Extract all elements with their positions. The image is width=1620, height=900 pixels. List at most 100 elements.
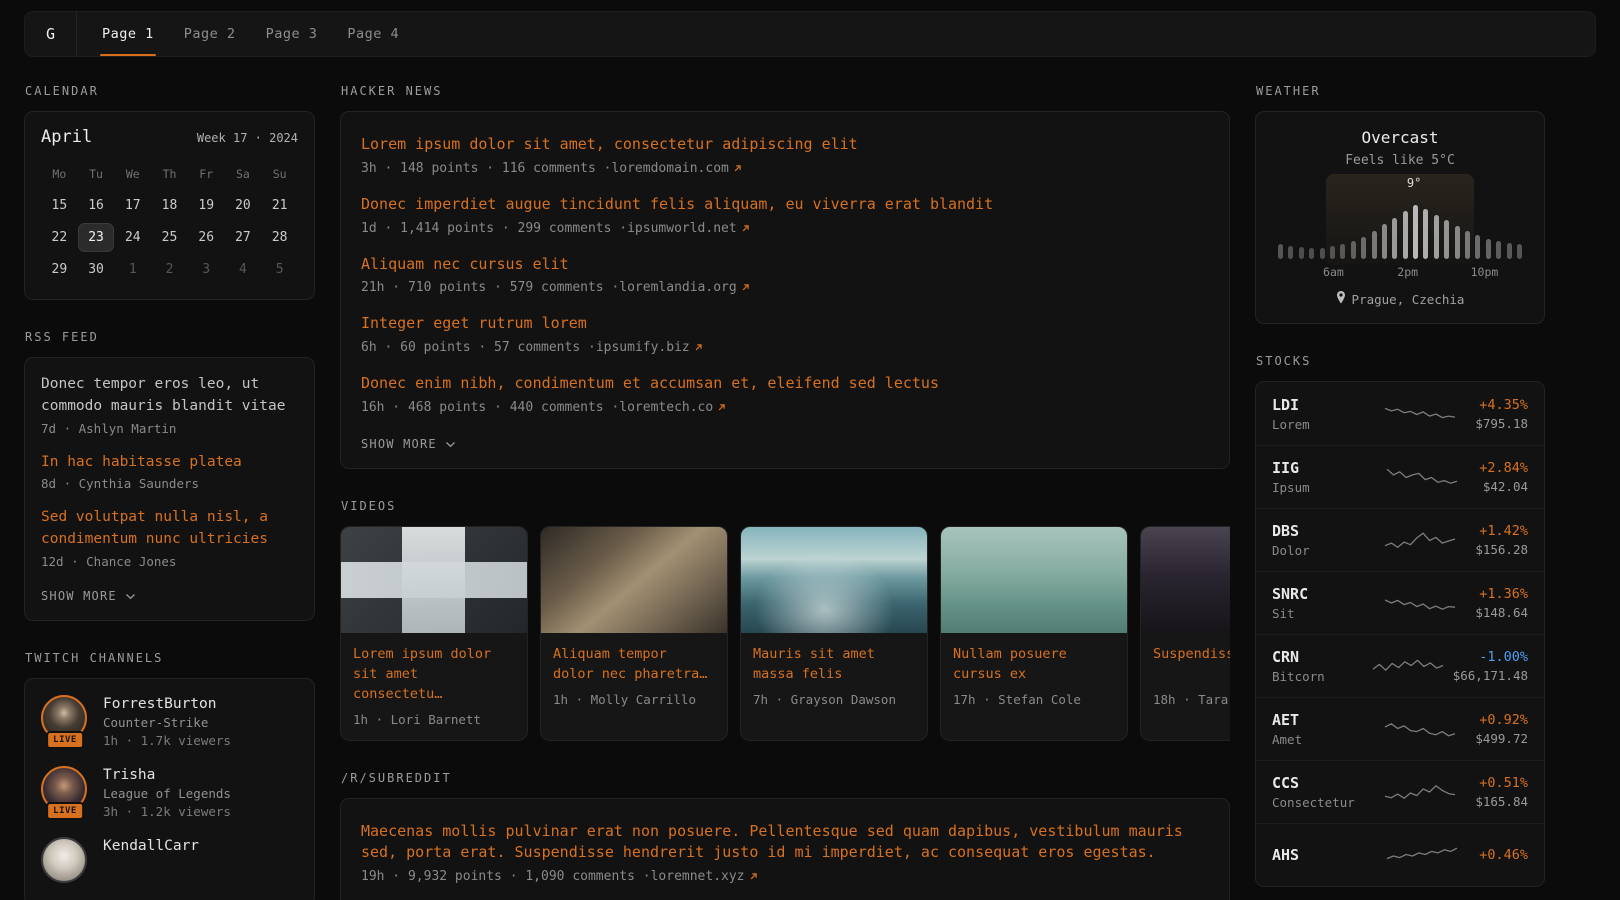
left-column: CALENDAR April Week 17 · 2024 MoTuWeThFr… xyxy=(24,84,315,900)
video-thumbnail xyxy=(941,527,1127,633)
channel-name: ForrestBurton xyxy=(103,696,231,712)
stocks-widget: STOCKS LDILorem+4.35%$795.18IIGIpsum+2.8… xyxy=(1255,354,1545,887)
weather-bar xyxy=(1455,226,1460,260)
weather-bar xyxy=(1475,235,1480,259)
app-logo: G xyxy=(25,12,77,56)
weather-bar xyxy=(1444,220,1449,259)
twitch-channel[interactable]: KendallCarr xyxy=(41,837,298,885)
calendar-day: 20 xyxy=(225,191,262,220)
stock-id: CRNBitcorn xyxy=(1272,648,1364,684)
weather-bar xyxy=(1340,244,1345,259)
channel-name: KendallCarr xyxy=(103,838,199,854)
video-card[interactable]: Suspendisse diam18h · Tara xyxy=(1140,526,1230,741)
dashboard: CALENDAR April Week 17 · 2024 MoTuWeThFr… xyxy=(0,84,1620,900)
rss-headline-link[interactable]: In hac habitasse platea xyxy=(41,452,298,474)
stock-id: CCS Consectetur xyxy=(1272,774,1364,810)
tab-page-2[interactable]: Page 2 xyxy=(169,12,251,56)
news-headline-link[interactable]: Donec imperdiet augue tincidunt felis al… xyxy=(361,194,1209,216)
video-card-body: Mauris sit amet massa felis7h · Grayson … xyxy=(741,633,927,720)
news-headline-link[interactable]: Donec enim nibh, condimentum et accumsan… xyxy=(361,373,1209,395)
widget-title-calendar: CALENDAR xyxy=(25,84,315,98)
rss-headline-link[interactable]: Sed volutpat nulla nisl, a condimentum n… xyxy=(41,507,298,551)
video-thumbnail xyxy=(541,527,727,633)
widget-title-twitch: TWITCH CHANNELS xyxy=(25,651,315,665)
hackernews-show-more-button[interactable]: SHOW MORE xyxy=(361,437,456,451)
video-meta: 7h · Grayson Dawson xyxy=(753,692,915,707)
weather-time-label: 2pm xyxy=(1397,265,1418,279)
stock-name: Consectetur xyxy=(1272,795,1364,810)
twitch-channel[interactable]: LIVEForrestBurtonCounter-Strike1h · 1.7k… xyxy=(41,695,298,748)
news-source-link[interactable]: loremlandia.org xyxy=(619,280,736,295)
video-meta: 1h · Molly Carrillo xyxy=(553,692,715,707)
weather-bar xyxy=(1486,239,1491,259)
subreddit-widget: /R/SUBREDDIT Maecenas mollis pulvinar er… xyxy=(340,771,1230,900)
external-link-icon xyxy=(694,343,703,352)
weather-times: 6am2pm10pm xyxy=(1272,265,1528,281)
video-card-body: Nullam posuere cursus ex17h · Stefan Col… xyxy=(941,633,1127,720)
news-source-link[interactable]: ipsumify.biz xyxy=(596,340,690,355)
tab-label: Page 3 xyxy=(266,26,318,42)
calendar-dow-label: Tu xyxy=(78,159,115,188)
news-source-link[interactable]: loremdomain.com xyxy=(611,161,728,176)
weather-box: Overcast Feels like 5°C 9° 6am2pm10pm Pr… xyxy=(1255,111,1545,324)
weather-bar xyxy=(1330,246,1335,259)
video-card[interactable]: Aliquam tempor dolor nec pharetra…1h · M… xyxy=(540,526,728,741)
videos-row: Lorem ipsum dolor sit amet consectetu…1h… xyxy=(340,526,1230,741)
weather-location: Prague, Czechia xyxy=(1352,292,1465,307)
stock-price: $42.04 xyxy=(1479,479,1528,494)
video-card[interactable]: Mauris sit amet massa felis7h · Grayson … xyxy=(740,526,928,741)
news-headline-link[interactable]: Integer eget rutrum lorem xyxy=(361,313,1209,335)
video-meta: 18h · Tara xyxy=(1153,692,1230,707)
video-thumbnail xyxy=(741,527,927,633)
calendar-day: 18 xyxy=(151,191,188,220)
twitch-channel[interactable]: LIVETrishaLeague of Legends3h · 1.2k vie… xyxy=(41,766,298,819)
calendar-day: 16 xyxy=(78,191,115,220)
widget-title-videos: VIDEOS xyxy=(341,499,1230,513)
rss-headline-link[interactable]: Donec tempor eros leo, ut commodo mauris… xyxy=(41,374,298,418)
stock-row: LDILorem+4.35%$795.18 xyxy=(1256,382,1544,445)
weather-bar xyxy=(1496,241,1501,259)
news-headline-link[interactable]: Maecenas mollis pulvinar erat non posuer… xyxy=(361,821,1209,865)
tab-page-4[interactable]: Page 4 xyxy=(332,12,414,56)
twitch-list: LIVEForrestBurtonCounter-Strike1h · 1.7k… xyxy=(24,678,315,900)
tab-page-1[interactable]: Page 1 xyxy=(87,12,169,56)
avatar-wrap: LIVE xyxy=(41,695,89,743)
calendar-day: 21 xyxy=(261,191,298,220)
tab-page-3[interactable]: Page 3 xyxy=(251,12,333,56)
weather-chart: 9° 6am2pm10pm xyxy=(1272,176,1528,281)
rss-show-more-button[interactable]: SHOW MORE xyxy=(41,589,136,603)
stock-ticker: CCS xyxy=(1272,774,1364,792)
stock-values: +1.36%$148.64 xyxy=(1475,586,1528,620)
news-headline-link[interactable]: Lorem ipsum dolor sit amet, consectetur … xyxy=(361,134,1209,156)
stock-id: SNRCSit xyxy=(1272,585,1364,621)
news-source-link[interactable]: loremnet.xyz xyxy=(651,869,745,884)
stock-id: DBSDolor xyxy=(1272,522,1364,558)
widget-title-hackernews: HACKER NEWS xyxy=(341,84,1230,98)
center-column: HACKER NEWS Lorem ipsum dolor sit amet, … xyxy=(340,84,1230,900)
stock-ticker: IIG xyxy=(1272,459,1364,477)
stock-row: AETAmet+0.92%$499.72 xyxy=(1256,697,1544,760)
news-source-link[interactable]: ipsumworld.net xyxy=(627,221,737,236)
stock-price: $165.84 xyxy=(1475,794,1528,809)
calendar-header: April Week 17 · 2024 xyxy=(41,127,298,147)
stock-values: +4.35%$795.18 xyxy=(1475,397,1528,431)
news-source-link[interactable]: loremtech.co xyxy=(619,400,713,415)
stock-price: $66,171.48 xyxy=(1453,668,1528,683)
stock-price: $795.18 xyxy=(1475,416,1528,431)
stock-ticker: DBS xyxy=(1272,522,1364,540)
video-card[interactable]: Lorem ipsum dolor sit amet consectetu…1h… xyxy=(340,526,528,741)
rss-list: Donec tempor eros leo, ut commodo mauris… xyxy=(41,374,298,569)
weather-bar xyxy=(1288,246,1293,259)
weather-bars xyxy=(1278,198,1522,259)
news-headline-link[interactable]: Aliquam nec cursus elit xyxy=(361,254,1209,276)
video-card[interactable]: Nullam posuere cursus ex17h · Stefan Col… xyxy=(940,526,1128,741)
external-link-icon xyxy=(717,403,726,412)
stock-ticker: AET xyxy=(1272,711,1364,729)
twitch-widget: TWITCH CHANNELS LIVEForrestBurtonCounter… xyxy=(24,651,315,900)
stock-sparkline xyxy=(1364,525,1475,555)
chevron-down-icon xyxy=(125,589,136,603)
video-thumbnail xyxy=(1141,527,1230,633)
video-meta: 17h · Stefan Cole xyxy=(953,692,1115,707)
calendar-dow-label: Mo xyxy=(41,159,78,188)
calendar-day-today: 23 xyxy=(78,223,115,252)
